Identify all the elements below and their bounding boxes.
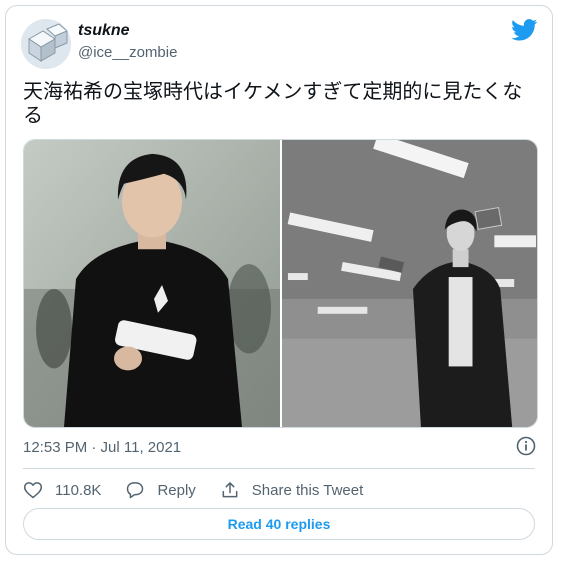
share-label: Share this Tweet xyxy=(251,481,364,499)
avatar[interactable] xyxy=(21,19,71,69)
portrait-photo-image xyxy=(24,140,280,427)
like-count: 110.8K xyxy=(55,481,102,499)
tweet-actions: 110.8K Reply Share this Tweet xyxy=(23,478,387,502)
tweet-text: 天海祐希の宝塚時代はイケメンすぎて定期的に見たくなる xyxy=(23,81,523,127)
heart-icon xyxy=(23,482,43,499)
media-photo-right[interactable] xyxy=(282,140,537,427)
tweet-card: tsukne @ice__zombie 天海祐希の宝塚時代はイケメンすぎて定期的… xyxy=(5,5,553,555)
office-photo-image xyxy=(282,140,537,427)
tweet-media[interactable] xyxy=(23,139,538,428)
like-button[interactable]: 110.8K xyxy=(23,480,101,500)
divider xyxy=(23,468,535,469)
reply-button[interactable]: Reply xyxy=(125,480,196,500)
user-handle[interactable]: @ice__zombie xyxy=(78,44,177,61)
reply-label: Reply xyxy=(157,481,196,499)
tweet-timestamp[interactable]: 12:53 PM · Jul 11, 2021 xyxy=(23,439,181,456)
info-icon[interactable] xyxy=(516,436,536,456)
twitter-bird-icon[interactable] xyxy=(511,19,538,41)
read-replies-button[interactable]: Read 40 replies xyxy=(23,508,535,540)
media-photo-left[interactable] xyxy=(24,140,280,427)
ice-cube-avatar-image xyxy=(21,19,71,69)
share-button[interactable]: Share this Tweet xyxy=(220,480,363,500)
reply-bubble-icon xyxy=(127,482,144,499)
display-name[interactable]: tsukne xyxy=(78,22,130,40)
share-icon xyxy=(222,482,238,498)
